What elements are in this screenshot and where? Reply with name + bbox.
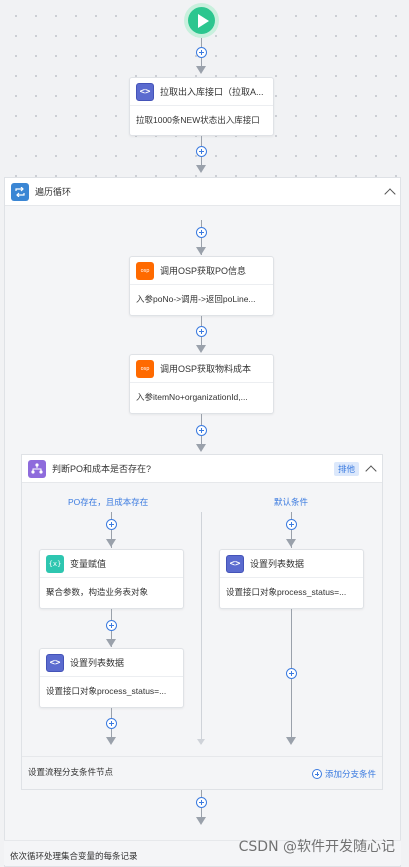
- connector-arrow: [106, 639, 116, 647]
- node-description: 入参itemNo+organizationId,...: [136, 392, 248, 402]
- start-node[interactable]: [184, 3, 219, 38]
- node-title: 设置列表数据: [70, 658, 125, 668]
- connector-arrow: [196, 66, 206, 74]
- node-description: 聚合参数，构造业务表对象: [46, 587, 149, 597]
- set-list-data-node-left[interactable]: <> 设置列表数据 设置接口对象process_status=...: [39, 648, 184, 708]
- branch-label-left[interactable]: PO存在，且成本存在: [68, 496, 148, 508]
- watermark: CSDN @软件开发随心记: [238, 839, 395, 855]
- connector-arrow: [106, 539, 116, 547]
- connector-arrow: [286, 539, 296, 547]
- connector-arrow: [197, 739, 205, 745]
- loop-footer-text: 依次循环处理集合变量的每条记录: [10, 851, 138, 861]
- branch-title: 判断PO和成本是否存在?: [52, 464, 152, 474]
- add-node-button[interactable]: [286, 668, 297, 679]
- osp-po-node[interactable]: osp 调用OSP获取PO信息 入参poNo->调用->返回poLine...: [129, 256, 274, 316]
- add-node-button[interactable]: [106, 519, 117, 530]
- node-title: 变量赋值: [70, 559, 107, 569]
- add-node-button[interactable]: [196, 227, 207, 238]
- branch-footer-hint: 设置流程分支条件节点: [28, 767, 114, 777]
- loop-header[interactable]: 遍历循环: [5, 178, 400, 206]
- node-title: 调用OSP获取物料成本: [160, 364, 252, 374]
- set-list-data-node-right[interactable]: <> 设置列表数据 设置接口对象process_status=...: [219, 549, 364, 609]
- node-description: 设置接口对象process_status=...: [226, 587, 347, 597]
- add-node-button[interactable]: [196, 425, 207, 436]
- play-icon: [188, 7, 215, 34]
- node-title: 拉取出入库接口（拉取A...: [160, 87, 264, 97]
- branch-label-right[interactable]: 默认条件: [274, 496, 308, 508]
- branch-header[interactable]: 判断PO和成本是否存在?: [22, 455, 382, 483]
- sort-tag[interactable]: 排他: [334, 462, 360, 476]
- code-icon: <>: [226, 554, 244, 573]
- plus-icon: [311, 769, 322, 779]
- fetch-outbound-node[interactable]: <> 拉取出入库接口（拉取A... 拉取1000条NEW状态出入库接口: [129, 77, 274, 136]
- node-description: 入参poNo->调用->返回poLine...: [136, 294, 256, 304]
- node-description: 设置接口对象process_status=...: [46, 686, 167, 696]
- loop-title: 遍历循环: [35, 187, 72, 197]
- add-branch-button[interactable]: 添加分支条件: [311, 768, 376, 780]
- variable-icon: {x}: [46, 554, 64, 573]
- add-node-button[interactable]: [286, 519, 297, 530]
- add-node-button[interactable]: [106, 718, 117, 729]
- node-title: 设置列表数据: [250, 559, 305, 569]
- connector-arrow: [106, 737, 116, 745]
- loop-icon: [11, 182, 29, 201]
- osp-icon: osp: [136, 359, 154, 378]
- code-icon: <>: [46, 653, 64, 672]
- branch-divider: [201, 512, 202, 744]
- branch-icon: [28, 459, 46, 478]
- add-node-button[interactable]: [106, 620, 117, 631]
- variable-assign-node[interactable]: {x} 变量赋值 聚合参数，构造业务表对象: [39, 549, 184, 609]
- node-title: 调用OSP获取PO信息: [160, 266, 247, 276]
- add-node-button[interactable]: [196, 326, 207, 337]
- osp-icon: osp: [136, 261, 154, 280]
- connector-arrow: [196, 165, 206, 173]
- code-icon: <>: [136, 82, 154, 101]
- connector-arrow: [196, 817, 206, 825]
- add-node-button[interactable]: [196, 47, 207, 58]
- node-description: 拉取1000条NEW状态出入库接口: [136, 115, 260, 125]
- connector-arrow: [286, 737, 296, 745]
- add-node-button[interactable]: [196, 797, 207, 808]
- add-node-button[interactable]: [196, 146, 207, 157]
- osp-cost-node[interactable]: osp 调用OSP获取物料成本 入参itemNo+organizationId,…: [129, 354, 274, 414]
- connector-arrow: [196, 345, 206, 353]
- connector-arrow: [196, 247, 206, 255]
- connector-arrow: [196, 444, 206, 452]
